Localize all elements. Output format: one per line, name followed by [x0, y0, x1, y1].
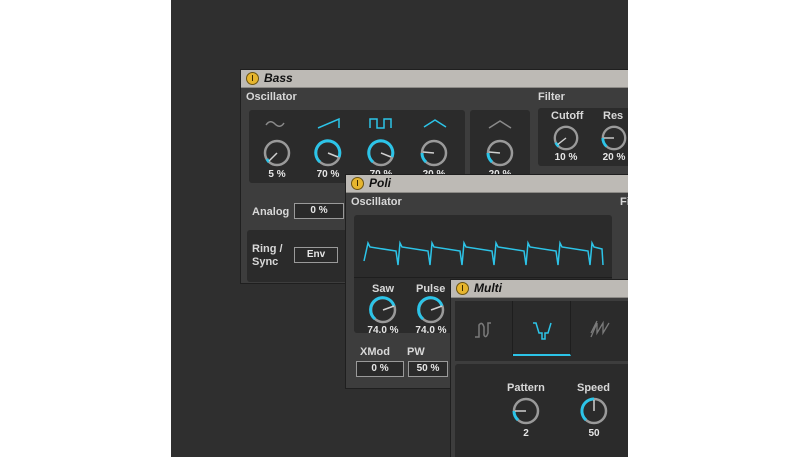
analog-label: Analog	[252, 206, 290, 218]
speed-label: Speed	[577, 382, 611, 394]
bass-osc4-knob[interactable]	[419, 138, 449, 168]
waveform-display	[363, 240, 604, 266]
bass-osc2-knob[interactable]	[313, 138, 343, 168]
pattern-knob[interactable]	[511, 396, 541, 426]
sine-wave-icon	[265, 121, 285, 127]
pattern-value: 2	[523, 428, 529, 439]
xmod-field[interactable]: 0 %	[356, 361, 404, 377]
bass-sub-knob[interactable]	[485, 138, 515, 168]
analog-field[interactable]: 0 %	[294, 203, 344, 219]
speed-value: 50	[588, 428, 600, 439]
multi-power-icon[interactable]	[456, 282, 469, 295]
pulse-knob[interactable]	[416, 295, 446, 325]
tab-pattern-1[interactable]	[455, 301, 513, 356]
bass-osc2-value: 70 %	[316, 169, 340, 180]
pulse-shape-icon	[475, 322, 491, 338]
poli-titlebar[interactable]: Poli	[346, 175, 628, 193]
res-label: Res	[603, 110, 624, 122]
sub-triangle-icon	[488, 120, 512, 129]
square-wave-icon	[369, 118, 392, 129]
speed-knob[interactable]	[579, 396, 609, 426]
bass-filter-label: Filter	[538, 91, 565, 103]
multi-titlebar[interactable]: Multi	[451, 280, 628, 298]
xmod-label: XMod	[360, 346, 390, 358]
bass-power-icon[interactable]	[246, 72, 259, 85]
bass-sub-panel: 20 %	[470, 110, 530, 183]
pw-label: PW	[407, 346, 425, 358]
bass-oscillator-label: Oscillator	[246, 91, 297, 103]
tab-pattern-2[interactable]	[513, 301, 571, 356]
pw-field[interactable]: 50 %	[408, 361, 448, 377]
multi-tab-strip	[455, 301, 628, 361]
multi-title: Multi	[474, 281, 502, 295]
multi-controls-panel: Pattern 2 Speed 50	[455, 364, 628, 457]
bass-osc1-knob[interactable]	[262, 138, 292, 168]
bass-osc3-knob[interactable]	[366, 138, 396, 168]
pulse-value: 74.0 %	[415, 325, 447, 336]
step-shape-icon	[533, 322, 552, 340]
poli-power-icon[interactable]	[351, 177, 364, 190]
saw-value: 74.0 %	[367, 325, 399, 336]
workspace: Bass Oscillator Filter 5 % 70 % Cutoff 1…	[171, 0, 628, 457]
pulse-label: Pulse	[416, 283, 446, 295]
saw-label: Saw	[372, 283, 395, 295]
triangle-wave-icon	[423, 119, 447, 128]
pattern-label: Pattern	[507, 382, 545, 394]
bass-osc1-value: 5 %	[268, 169, 286, 180]
saw-wave-icon	[317, 117, 340, 129]
poli-oscillator-label: Oscillator	[351, 196, 402, 208]
res-value: 20 %	[602, 152, 626, 163]
bass-osc-panel: 5 % 70 % 70 % 20 %	[249, 110, 465, 183]
env-button[interactable]: Env	[294, 247, 338, 263]
bass-filter-panel: Cutoff 10 % Res 20 %	[538, 108, 628, 166]
ring-label: Ring /	[252, 243, 283, 255]
poli-title: Poli	[369, 176, 392, 190]
bass-titlebar[interactable]: Bass	[241, 70, 628, 88]
multi-device: Multi Pattern 2 Speed 50	[450, 279, 628, 457]
sync-label: Sync	[252, 256, 279, 268]
tab-pattern-3[interactable]	[571, 301, 628, 356]
res-knob[interactable]	[600, 124, 628, 152]
saw-knob[interactable]	[368, 295, 398, 325]
cutoff-label: Cutoff	[551, 110, 584, 122]
poli-filter-label: Fi	[620, 196, 628, 208]
zigzag-shape-icon	[590, 320, 610, 338]
cutoff-value: 10 %	[554, 152, 578, 163]
cutoff-knob[interactable]	[552, 124, 580, 152]
bass-title: Bass	[264, 71, 293, 85]
